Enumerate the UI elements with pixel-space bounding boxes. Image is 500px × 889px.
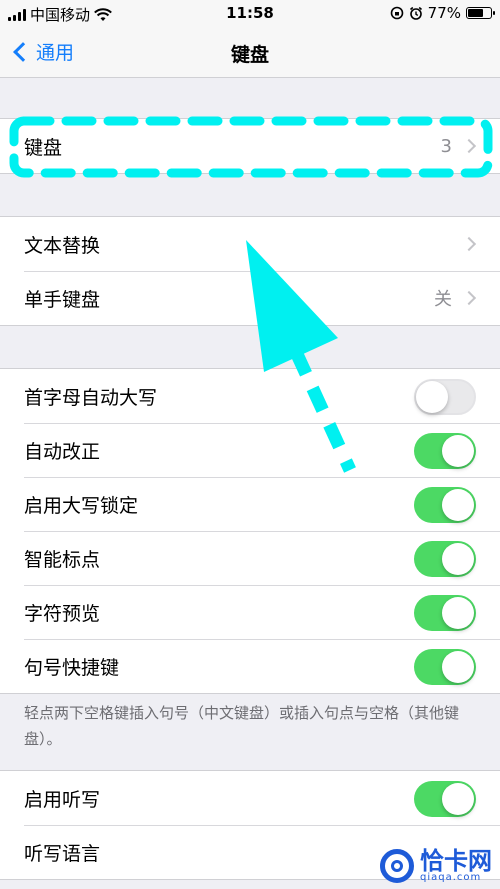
row-right xyxy=(452,217,477,271)
text-options-group: 文本替换 单手键盘 关 xyxy=(0,216,500,326)
row-value: 关 xyxy=(434,289,452,310)
toggle-knob xyxy=(442,489,474,521)
keyboards-row-right: 3 xyxy=(440,119,477,173)
caps-lock-row: 启用大写锁定 xyxy=(0,477,500,531)
auto-capitalization-toggle[interactable] xyxy=(414,379,476,415)
keyboards-label: 键盘 xyxy=(24,136,63,159)
row-label: 智能标点 xyxy=(24,548,101,571)
battery-fill xyxy=(468,9,483,17)
watermark-sub: qiaqa.com xyxy=(420,872,482,883)
watermark-text: 恰卡网 qiaqa.com xyxy=(420,849,492,883)
auto-correction-row: 自动改正 xyxy=(0,423,500,477)
text-replacement-row[interactable]: 文本替换 xyxy=(0,217,500,271)
toggle-knob xyxy=(442,435,474,467)
toggle-knob xyxy=(442,597,474,629)
character-preview-toggle[interactable] xyxy=(414,595,476,631)
toggle-knob xyxy=(416,381,448,413)
row-label: 首字母自动大写 xyxy=(24,386,158,409)
row-label: 文本替换 xyxy=(24,234,101,257)
enable-dictation-row: 启用听写 xyxy=(0,771,500,825)
watermark-main: 恰卡网 xyxy=(420,847,492,875)
row-label: 自动改正 xyxy=(24,440,101,463)
row-label: 启用大写锁定 xyxy=(24,494,139,517)
row-label: 句号快捷键 xyxy=(24,656,120,679)
row-label: 听写语言 xyxy=(24,842,101,865)
status-right: 77% xyxy=(390,4,495,22)
row-label: 单手键盘 xyxy=(24,288,101,311)
status-bar: 中国移动 11:58 77% xyxy=(0,0,500,28)
smart-punctuation-toggle[interactable] xyxy=(414,541,476,577)
rotation-lock-icon xyxy=(390,6,403,20)
row-right: 关 xyxy=(434,271,477,325)
watermark-circle-icon xyxy=(380,849,414,883)
keyboards-group: 键盘 3 xyxy=(0,118,500,174)
period-shortcut-row: 句号快捷键 xyxy=(0,639,500,693)
battery-percent: 77% xyxy=(427,4,461,22)
keyboards-row[interactable]: 键盘 3 xyxy=(0,119,500,173)
enable-dictation-toggle[interactable] xyxy=(414,781,476,817)
chevron-right-icon xyxy=(461,236,477,252)
auto-correction-toggle[interactable] xyxy=(414,433,476,469)
battery-icon xyxy=(466,7,495,19)
period-shortcut-footnote: 轻点两下空格键插入句号（中文键盘）或插入句点与空格（其他键盘）。 xyxy=(24,704,460,748)
chevron-right-icon xyxy=(461,138,477,154)
smart-punctuation-row: 智能标点 xyxy=(0,531,500,585)
toggle-knob xyxy=(442,543,474,575)
caps-lock-toggle[interactable] xyxy=(414,487,476,523)
keyboard-toggles-group: 首字母自动大写 自动改正 启用大写锁定 智能标点 字符预览 句号快捷键 xyxy=(0,368,500,694)
toggle-knob xyxy=(442,651,474,683)
watermark-logo: 恰卡网 qiaqa.com xyxy=(380,849,492,883)
keyboards-count: 3 xyxy=(440,135,452,157)
row-label: 字符预览 xyxy=(24,602,101,625)
navigation-bar: 通用 键盘 xyxy=(0,28,500,78)
period-shortcut-toggle[interactable] xyxy=(414,649,476,685)
one-handed-keyboard-row[interactable]: 单手键盘 关 xyxy=(0,271,500,325)
toggle-knob xyxy=(442,783,474,815)
auto-capitalization-row: 首字母自动大写 xyxy=(0,369,500,423)
row-label: 启用听写 xyxy=(24,788,101,811)
alarm-icon xyxy=(409,6,422,20)
chevron-right-icon xyxy=(461,290,477,306)
character-preview-row: 字符预览 xyxy=(0,585,500,639)
page-title: 键盘 xyxy=(230,44,269,66)
